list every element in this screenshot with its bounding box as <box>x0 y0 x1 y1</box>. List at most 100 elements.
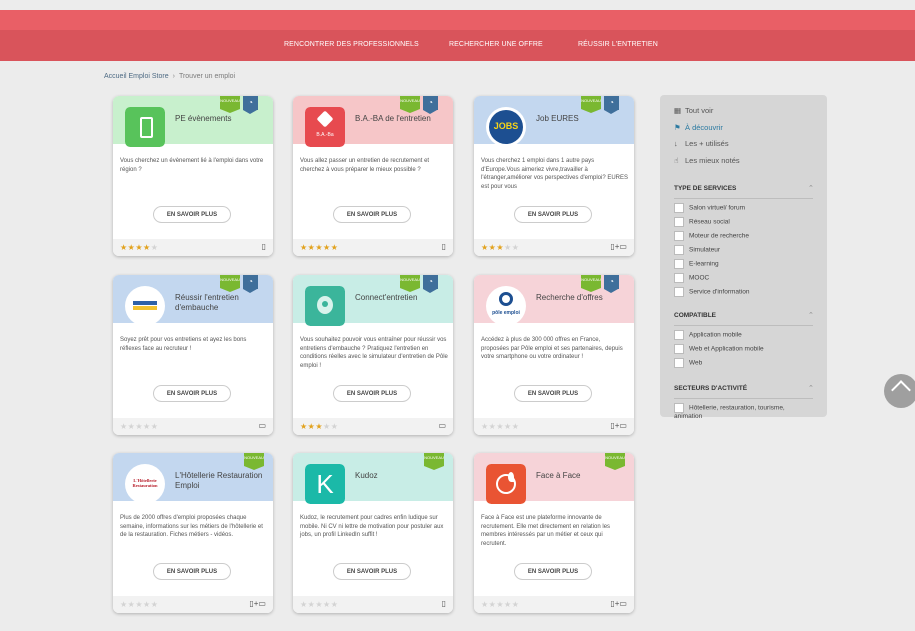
rating-star-icon: ★ <box>481 243 489 252</box>
filter-sidebar: ▦ Tout voir ⚑ À découvrir ↓ Les + utilisés ☝ Le… <box>660 95 827 420</box>
learn-more-button[interactable]: EN SAVOIR PLUS <box>514 206 592 223</box>
filter-option[interactable]: Simulateur <box>674 245 720 255</box>
filter-option[interactable]: Web et Application mobile <box>674 344 764 354</box>
sidebar-link[interactable]: ↓ Les + utilisés <box>674 139 729 148</box>
chevron-up-icon: ⌃ <box>808 385 814 392</box>
card-title[interactable]: Kudoz <box>355 471 447 481</box>
card-title[interactable]: Connect'entretien <box>355 293 447 303</box>
tool-card[interactable]: Réussir l'entretien d'embauche Soyez prêt… <box>113 275 273 435</box>
sidebar-link[interactable]: ⚑ À découvrir <box>674 123 723 132</box>
rating-star-icon: ★ <box>143 422 151 431</box>
clock-icon: ◔ <box>428 98 433 107</box>
chevron-up-icon: ⌃ <box>808 185 814 192</box>
rating-star-icon: ★ <box>315 243 324 252</box>
rating-star-icon: ★ <box>504 422 512 431</box>
rating-star-icon: ★ <box>120 600 128 609</box>
card-footer: ★★★★★ ▯+▭ <box>474 418 634 435</box>
rating-star-icon: ★ <box>135 243 144 252</box>
phone-logo <box>125 107 165 147</box>
card-title[interactable]: PE évènements <box>175 114 267 124</box>
tool-card[interactable]: K Kudoz Kudoz, le recrutement pour cadres … <box>293 453 453 613</box>
filter-checkbox[interactable] <box>674 245 684 255</box>
card-title[interactable]: Job EURES <box>536 114 628 124</box>
new-ribbon: NOUVEAU <box>400 96 420 113</box>
breadcrumb-home-link[interactable]: Accueil Emploi Store <box>104 73 169 80</box>
rating-star-icon: ★ <box>323 600 331 609</box>
sidebar-link[interactable]: ☝ Les mieux notés <box>674 156 740 165</box>
rating-star-icon: ★ <box>120 243 128 252</box>
filter-option[interactable]: E-learning <box>674 259 719 269</box>
learn-more-button[interactable]: EN SAVOIR PLUS <box>153 206 231 223</box>
tool-card[interactable]: B.A.-Ba B.A.-BA de l'entretien Vous allez … <box>293 96 453 256</box>
filter-checkbox[interactable] <box>674 330 684 340</box>
filter-option[interactable]: Application mobile <box>674 330 742 340</box>
filter-checkbox[interactable] <box>674 273 684 283</box>
filter-checkbox[interactable] <box>674 287 684 297</box>
card-description: Plus de 2000 offres d'emploi proposées c… <box>120 515 263 538</box>
learn-more-button[interactable]: EN SAVOIR PLUS <box>514 385 592 402</box>
rating-star-icon: ★ <box>135 422 144 431</box>
nav-item-entretien[interactable]: RÉUSSIR L'ENTRETIEN <box>578 41 658 48</box>
card-title[interactable]: L'Hôtellerie Restauration Emploi <box>175 471 267 491</box>
filter-checkbox[interactable] <box>674 344 684 354</box>
filter-section-title[interactable]: COMPATIBLE ⌃ <box>674 312 814 319</box>
filter-option[interactable]: Hôtellerie, restauration, tourisme, anim… <box>674 403 813 421</box>
card-title[interactable]: Réussir l'entretien d'embauche <box>175 293 267 313</box>
nav-item-professionnels[interactable]: RENCONTRER DES PROFESSIONNELS <box>284 41 419 48</box>
filter-checkbox[interactable] <box>674 403 684 413</box>
rating-stars: ★★★★★ <box>481 600 519 609</box>
scroll-top-button[interactable] <box>884 374 915 408</box>
tool-card[interactable]: Face à Face Face à Face est une plateform… <box>474 453 634 613</box>
rating-star-icon: ★ <box>504 243 512 252</box>
top-strip <box>0 0 915 10</box>
filter-option[interactable]: Réseau social <box>674 217 730 227</box>
rating-stars: ★★★★★ <box>300 243 338 252</box>
card-title[interactable]: Face à Face <box>536 471 628 481</box>
learn-more-button[interactable]: EN SAVOIR PLUS <box>514 563 592 580</box>
tool-card[interactable]: Connect'entretien Vous souhaitez pouvoir … <box>293 275 453 435</box>
learn-more-button[interactable]: EN SAVOIR PLUS <box>333 206 411 223</box>
filter-section-title[interactable]: TYPE DE SERVICES ⌃ <box>674 185 814 192</box>
filter-section-title[interactable]: SECTEURS D'ACTIVITÉ ⌃ <box>674 385 814 392</box>
rating-star-icon: ★ <box>150 600 159 609</box>
learn-more-button[interactable]: EN SAVOIR PLUS <box>333 563 411 580</box>
filter-checkbox[interactable] <box>674 203 684 213</box>
sidebar-link[interactable]: ▦ Tout voir <box>674 106 713 115</box>
tool-card[interactable]: pôle emploi Recherche d'offres Accédez à p… <box>474 275 634 435</box>
filter-checkbox[interactable] <box>674 358 684 368</box>
tool-card[interactable]: JOBS Job EURES Vous cherchez 1 emploi dans… <box>474 96 634 256</box>
rating-star-icon: ★ <box>496 600 505 609</box>
filter-checkbox[interactable] <box>674 259 684 269</box>
rating-star-icon: ★ <box>150 422 159 431</box>
tool-card[interactable]: PE évènements Vous cherchez un évènement … <box>113 96 273 256</box>
new-ribbon: NOUVEAU <box>244 453 264 470</box>
reussir-logo <box>125 286 165 326</box>
filter-option-label: Salon virtuel/ forum <box>689 204 745 212</box>
new-ribbon: NOUVEAU <box>424 453 444 470</box>
filter-option[interactable]: Service d'information <box>674 287 750 297</box>
card-description: Face à Face est une plateforme innovante… <box>481 515 611 547</box>
filter-checkbox[interactable] <box>674 231 684 241</box>
new-ribbon: NOUVEAU <box>220 275 240 292</box>
rating-star-icon: ★ <box>511 243 520 252</box>
card-title[interactable]: B.A.-BA de l'entretien <box>355 114 447 124</box>
card-footer: ★★★★★ ▭ <box>293 418 453 435</box>
filter-option[interactable]: Moteur de recherche <box>674 231 749 241</box>
tool-card[interactable]: L'Hôtellerie Restauration L'Hôtellerie Re… <box>113 453 273 613</box>
rating-star-icon: ★ <box>315 600 324 609</box>
logo-text: L'Hôtellerie Restauration <box>132 478 158 488</box>
nav-item-offre[interactable]: RECHERCHER UNE OFFRE <box>449 41 543 48</box>
learn-more-button[interactable]: EN SAVOIR PLUS <box>333 385 411 402</box>
device-compat-icon: ▭ <box>438 421 446 430</box>
filter-option[interactable]: Salon virtuel/ forum <box>674 203 745 213</box>
filter-checkbox[interactable] <box>674 217 684 227</box>
learn-more-button[interactable]: EN SAVOIR PLUS <box>153 563 231 580</box>
thumb-icon: ☝ <box>674 155 679 165</box>
learn-more-button[interactable]: EN SAVOIR PLUS <box>153 385 231 402</box>
card-title[interactable]: Recherche d'offres <box>536 293 628 303</box>
filter-option[interactable]: MOOC <box>674 273 709 283</box>
filter-option[interactable]: Web <box>674 358 702 368</box>
clock-icon: ◔ <box>609 277 614 286</box>
filter-option-label: Application mobile <box>689 331 742 339</box>
filter-section-label: COMPATIBLE <box>674 312 717 319</box>
